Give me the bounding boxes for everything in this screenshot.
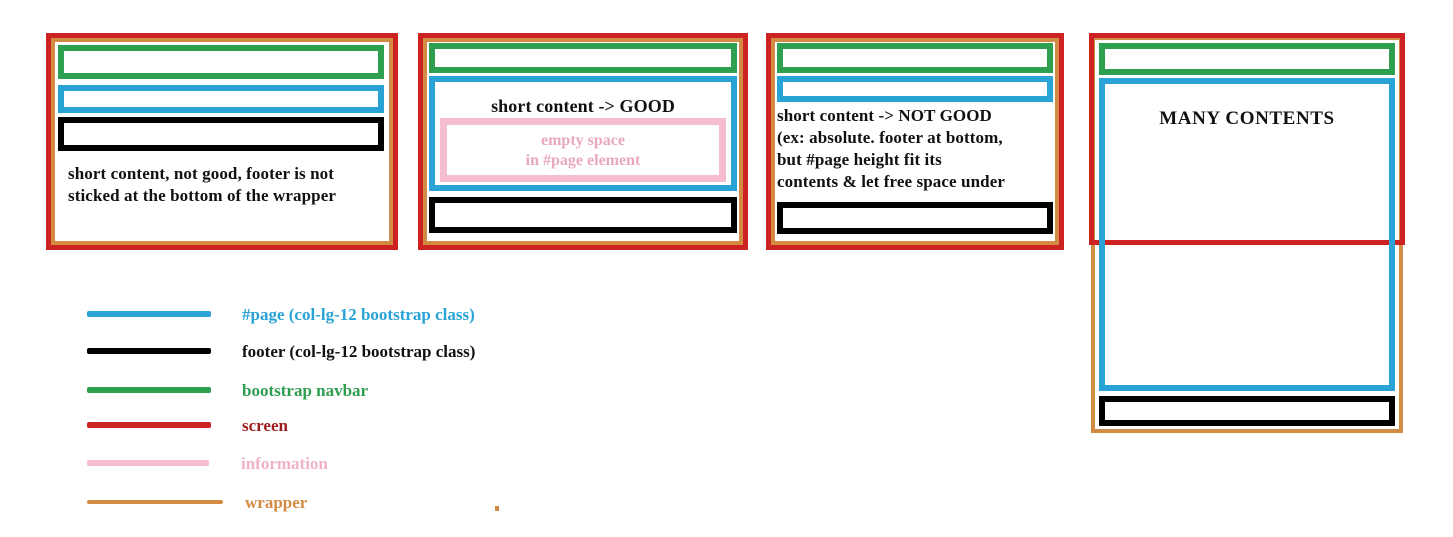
legend-label-navbar: bootstrap navbar [242,380,369,400]
panel-2-note-text: short content -> GOOD [491,96,675,116]
diagram-canvas: short content, not good, footer is not s… [0,0,1453,537]
panel-3-note-text: short content -> NOT GOOD (ex: absolute.… [777,105,1061,193]
panel-2-short-content-good: short content -> GOOD empty space in #pa… [418,33,748,250]
legend-label-information: information [241,453,328,473]
legend-item-page: #page (col-lg-12 bootstrap class) [87,303,475,325]
stray-mark [495,506,499,511]
panel-3-short-content-not-good-absolute: short content -> NOT GOOD (ex: absolute.… [766,33,1064,250]
legend-label-footer: footer (col-lg-12 bootstrap class) [242,341,476,361]
legend-item-wrapper: wrapper [87,491,307,513]
panel-4-note-text: MANY CONTENTS [1159,108,1335,129]
legend-item-information: information [87,452,328,474]
legend-swatch-navbar [87,387,211,393]
panel-3-navbar-box [777,43,1053,73]
legend-label-page: #page (col-lg-12 bootstrap class) [242,304,475,324]
panel-3-footer-box [777,202,1053,234]
legend-label-wrapper: wrapper [245,492,308,512]
panel-2-footer-box [429,197,737,233]
legend-item-navbar: bootstrap navbar [87,379,368,401]
legend-swatch-wrapper [87,500,223,504]
panel-4-many-contents: MANY CONTENTS [1089,33,1405,433]
panel-2-information-line-2: in #page element [525,152,641,169]
legend-swatch-footer [87,348,211,354]
panel-3-page-box [777,76,1053,102]
legend-swatch-page [87,311,211,317]
legend-item-screen: screen [87,414,288,436]
panel-3-note-line-3: but #page height fit its [777,150,942,170]
legend-item-footer: footer (col-lg-12 bootstrap class) [87,340,475,362]
panel-4-footer-box [1099,396,1395,426]
legend-label-screen: screen [242,415,288,435]
panel-3-note-line-2: (ex: absolute. footer at bottom, [777,128,1003,148]
panel-2-information-text: empty space in #page element [440,131,726,171]
panel-3-note-line-4: contents & let free space under [777,172,1005,192]
panel-1-note-text: short content, not good, footer is not s… [68,164,337,205]
panel-1-footer-box [58,117,384,151]
panel-1-short-content-not-good: short content, not good, footer is not s… [46,33,398,250]
panel-2-navbar-box [429,43,737,73]
panel-2-information-line-1: empty space [541,132,625,149]
panel-3-note-line-1: short content -> NOT GOOD [777,106,992,125]
panel-1-page-box [58,85,384,113]
panel-4-navbar-box [1099,43,1395,75]
panel-1-navbar-box [58,45,384,79]
legend-swatch-screen [87,422,211,428]
legend-swatch-information [87,460,209,466]
